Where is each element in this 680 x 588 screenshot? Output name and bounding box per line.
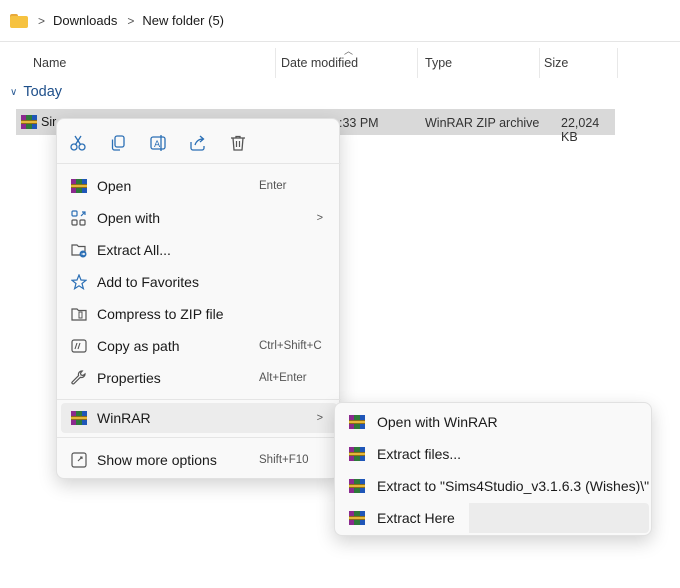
submenu-item-extract-files[interactable]: Extract files... bbox=[339, 439, 649, 469]
column-size-label: Size bbox=[544, 56, 569, 70]
group-label: Today bbox=[23, 84, 63, 100]
menu-item-shortcut: Alt+Enter bbox=[259, 372, 307, 384]
winrar-icon bbox=[349, 446, 365, 465]
folder-icon bbox=[10, 13, 28, 28]
column-type-label: Type bbox=[425, 56, 453, 70]
chevron-right-icon: > bbox=[316, 412, 323, 424]
menu-item-compress-zip[interactable]: Compress to ZIP file bbox=[61, 299, 337, 329]
column-date-label: Date modified bbox=[281, 56, 359, 70]
column-header-row: Name Date modified Type Size bbox=[0, 48, 680, 78]
submenu-item-label: Open with WinRAR bbox=[377, 414, 498, 430]
copy-icon[interactable] bbox=[106, 131, 130, 155]
copy-path-icon bbox=[71, 338, 87, 354]
menu-divider bbox=[57, 399, 341, 400]
file-type: WinRAR ZIP archive bbox=[425, 116, 540, 130]
menu-item-shortcut: Ctrl+Shift+C bbox=[259, 340, 322, 352]
column-header-type[interactable]: Type bbox=[418, 48, 540, 78]
menu-item-shortcut: Shift+F10 bbox=[259, 454, 309, 466]
winrar-icon bbox=[71, 178, 87, 194]
menu-divider bbox=[57, 437, 341, 438]
breadcrumb-item-downloads[interactable]: Downloads bbox=[53, 13, 117, 28]
group-header-today[interactable]: ∨ Today bbox=[10, 84, 62, 100]
submenu-item-label: Extract to "Sims4Studio_v3.1.6.3 (Wishes… bbox=[377, 478, 650, 494]
column-name-label: Name bbox=[33, 56, 67, 70]
winrar-icon bbox=[71, 410, 87, 426]
menu-item-label: Open with bbox=[97, 210, 161, 226]
file-size: 22,024 KB bbox=[561, 116, 600, 144]
winrar-submenu: Open with WinRAR Extract files... Extrac… bbox=[334, 402, 652, 536]
breadcrumb-item-current-folder[interactable]: New folder (5) bbox=[142, 13, 224, 28]
menu-divider bbox=[57, 163, 341, 164]
share-icon[interactable] bbox=[186, 131, 210, 155]
menu-item-label: Copy as path bbox=[97, 338, 180, 354]
winrar-icon bbox=[349, 414, 365, 433]
menu-item-open-with[interactable]: Open with > bbox=[61, 203, 337, 233]
menu-item-label: Open bbox=[97, 178, 132, 194]
column-header-name[interactable]: Name bbox=[0, 48, 276, 78]
menu-item-open[interactable]: Open Enter bbox=[61, 171, 337, 201]
menu-item-label: Properties bbox=[97, 370, 161, 386]
file-name: Sir bbox=[41, 115, 57, 129]
submenu-item-extract-here[interactable]: Extract Here bbox=[339, 503, 649, 533]
svg-text:A: A bbox=[154, 140, 161, 150]
submenu-item-label: Extract files... bbox=[377, 446, 462, 462]
cut-icon[interactable] bbox=[66, 131, 90, 155]
winrar-icon bbox=[349, 478, 365, 497]
menu-item-extract-all[interactable]: Extract All... bbox=[61, 235, 337, 265]
winrar-file-icon bbox=[21, 114, 37, 130]
menu-item-label: WinRAR bbox=[97, 410, 151, 426]
menu-item-label: Add to Favorites bbox=[97, 274, 199, 290]
star-icon bbox=[71, 274, 87, 290]
rename-icon[interactable]: A bbox=[146, 131, 170, 155]
breadcrumb-separator: > bbox=[127, 13, 135, 28]
hover-background bbox=[469, 503, 649, 533]
more-options-icon bbox=[71, 452, 87, 468]
menu-item-shortcut: Enter bbox=[259, 180, 287, 192]
open-with-icon bbox=[71, 210, 87, 226]
menu-item-label: Show more options bbox=[97, 452, 217, 468]
submenu-item-extract-to-folder[interactable]: Extract to "Sims4Studio_v3.1.6.3 (Wishes… bbox=[339, 471, 649, 501]
wrench-icon bbox=[71, 370, 87, 386]
menu-item-show-more-options[interactable]: Show more options Shift+F10 bbox=[61, 445, 337, 475]
chevron-down-icon: ∨ bbox=[10, 86, 18, 98]
sort-caret-icon: ︿ bbox=[344, 46, 354, 56]
delete-icon[interactable] bbox=[226, 131, 250, 155]
winrar-icon bbox=[349, 510, 365, 529]
menu-item-label: Compress to ZIP file bbox=[97, 306, 224, 322]
submenu-item-label: Extract Here bbox=[377, 510, 455, 526]
submenu-item-open-with-winrar[interactable]: Open with WinRAR bbox=[339, 407, 649, 437]
menu-item-properties[interactable]: Properties Alt+Enter bbox=[61, 363, 337, 393]
menu-item-copy-as-path[interactable]: Copy as path Ctrl+Shift+C bbox=[61, 331, 337, 361]
file-date: :33 PM bbox=[339, 116, 379, 130]
menu-item-winrar[interactable]: WinRAR > bbox=[61, 403, 337, 433]
breadcrumb-separator: > bbox=[38, 13, 46, 28]
chevron-right-icon: > bbox=[316, 212, 323, 224]
context-menu: A Open Enter Open with > Extract All... … bbox=[56, 118, 341, 479]
zip-icon bbox=[71, 306, 87, 322]
menu-item-label: Extract All... bbox=[97, 242, 171, 258]
menu-item-add-to-favorites[interactable]: Add to Favorites bbox=[61, 267, 337, 297]
extract-all-icon bbox=[71, 242, 87, 258]
column-header-size[interactable]: Size bbox=[540, 48, 618, 78]
address-bar[interactable]: > Downloads > New folder (5) bbox=[0, 0, 680, 42]
